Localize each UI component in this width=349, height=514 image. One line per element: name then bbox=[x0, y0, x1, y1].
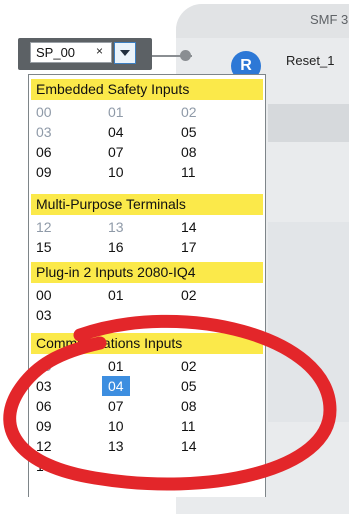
input-option[interactable]: 05 bbox=[181, 122, 197, 142]
input-option[interactable]: 15 bbox=[36, 456, 52, 476]
input-option[interactable]: 11 bbox=[181, 162, 196, 182]
input-option[interactable]: 12 bbox=[36, 436, 52, 456]
input-option[interactable]: 01 bbox=[108, 285, 124, 305]
input-selector-value: SP_00 bbox=[36, 45, 76, 60]
input-option[interactable]: 13 bbox=[108, 436, 124, 456]
input-option: 12 bbox=[36, 219, 52, 235]
clear-icon[interactable]: × bbox=[96, 44, 103, 58]
section-header: Plug-in 2 Inputs 2080-IQ4 bbox=[31, 262, 263, 283]
input-option: 00 bbox=[36, 358, 52, 374]
section-header: Multi-Purpose Terminals bbox=[31, 194, 263, 215]
input-option[interactable]: 06 bbox=[36, 142, 52, 162]
input-option[interactable]: 10 bbox=[108, 162, 124, 182]
input-option[interactable]: 06 bbox=[36, 396, 52, 416]
chevron-down-icon[interactable] bbox=[114, 42, 136, 64]
input-option[interactable]: 03 bbox=[36, 376, 52, 396]
input-option[interactable]: 09 bbox=[36, 416, 52, 436]
input-option: 02 bbox=[181, 104, 197, 120]
connection-pin[interactable] bbox=[180, 50, 191, 61]
input-option[interactable]: 14 bbox=[181, 217, 197, 237]
input-option[interactable]: 17 bbox=[181, 237, 197, 257]
input-option[interactable]: 01 bbox=[108, 356, 124, 376]
input-option[interactable]: 15 bbox=[36, 237, 52, 257]
input-option[interactable]: 16 bbox=[108, 237, 124, 257]
block-body-area bbox=[268, 222, 349, 422]
smf-block-title: SMF 3 bbox=[310, 12, 349, 27]
input-option: 00 bbox=[36, 104, 52, 120]
section-header: Communications Inputs bbox=[31, 333, 263, 354]
input-option: 13 bbox=[108, 219, 124, 235]
input-option[interactable]: 02 bbox=[181, 285, 197, 305]
input-option[interactable]: 11 bbox=[181, 416, 196, 436]
input-option[interactable]: 02 bbox=[181, 356, 197, 376]
input-dropdown-list[interactable]: Embedded Safety Inputs 00 01 02 03 04 05 06 07 08… bbox=[28, 74, 266, 497]
input-option[interactable]: 07 bbox=[108, 396, 124, 416]
input-option[interactable]: 00 bbox=[36, 285, 52, 305]
reset-pin-label: Reset_1 bbox=[286, 53, 335, 68]
input-option[interactable]: 03 bbox=[36, 305, 52, 325]
input-option[interactable]: 14 bbox=[181, 436, 197, 456]
input-option: 03 bbox=[36, 124, 52, 140]
section-header: Embedded Safety Inputs bbox=[31, 79, 263, 100]
input-option: 01 bbox=[108, 104, 124, 120]
input-option[interactable]: 07 bbox=[108, 142, 124, 162]
input-option-selected[interactable]: 04 bbox=[102, 376, 130, 396]
input-option[interactable]: 08 bbox=[181, 142, 197, 162]
input-option[interactable]: 09 bbox=[36, 162, 52, 182]
input-option[interactable]: 10 bbox=[108, 416, 124, 436]
input-option[interactable]: 08 bbox=[181, 396, 197, 416]
input-option[interactable]: 05 bbox=[181, 376, 197, 396]
input-option[interactable]: 04 bbox=[108, 122, 124, 142]
block-input-area bbox=[268, 104, 349, 142]
